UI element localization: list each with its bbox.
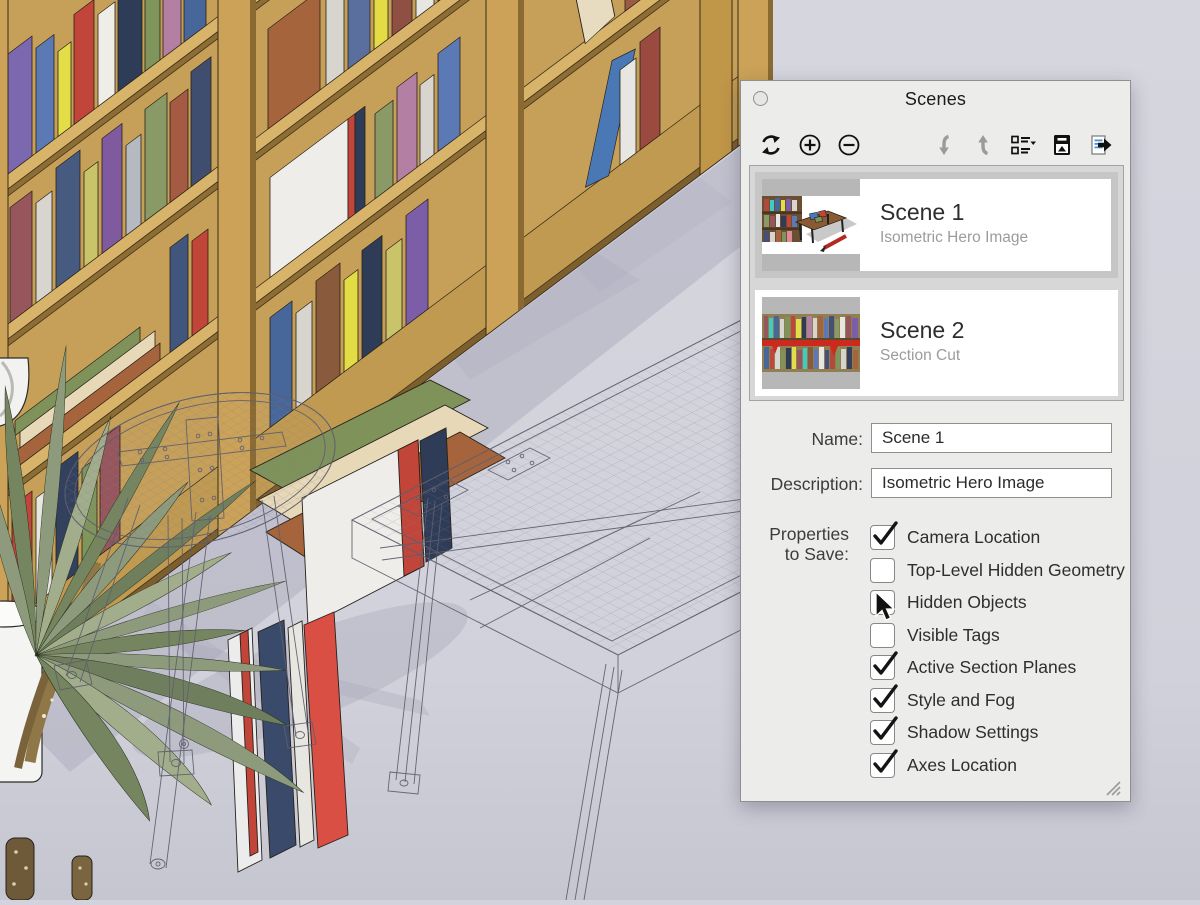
description-input[interactable] (871, 468, 1112, 498)
checkbox-row-axes-location: Axes Location (870, 753, 1017, 778)
plus-circle-icon (798, 133, 822, 157)
active-section-planes-checkbox[interactable] (870, 655, 895, 680)
name-label: Name: (755, 429, 863, 450)
panel-title: Scenes (741, 89, 1130, 110)
scene-title: Scene 1 (880, 199, 1111, 225)
toggle-details-button[interactable] (1049, 132, 1075, 158)
arrow-down-icon (933, 133, 957, 157)
checkbox-row-visible-tags: Visible Tags (870, 623, 1000, 648)
scene-list-item-1[interactable]: Scene 1 Isometric Hero Image (755, 172, 1118, 278)
check-icon (870, 650, 900, 678)
mouse-cursor (874, 591, 898, 623)
scene-1-thumbnail (762, 179, 860, 271)
check-icon (870, 715, 900, 743)
top-level-hidden-geometry-checkbox[interactable] (870, 558, 895, 583)
axes-location-checkbox[interactable] (870, 753, 895, 778)
check-icon (870, 683, 900, 711)
properties-to-save-label: Properties to Save: (741, 525, 849, 564)
check-icon (870, 748, 900, 776)
show-details-button[interactable] (1088, 132, 1114, 158)
scenes-panel: Scenes (740, 80, 1131, 802)
scene-title: Scene 2 (880, 317, 1111, 343)
checkbox-row-top-level-hidden-geometry: Top-Level Hidden Geometry (870, 558, 1125, 583)
description-label: Description: (755, 474, 863, 495)
checkbox-row-active-section-planes: Active Section Planes (870, 655, 1076, 680)
camera-location-checkbox[interactable] (870, 525, 895, 550)
scene-list: Scene 1 Isometric Hero Image (749, 165, 1124, 401)
checkbox-row-style-and-fog: Style and Fog (870, 688, 1015, 713)
add-scene-button[interactable] (797, 132, 823, 158)
update-scenes-button[interactable] (758, 132, 784, 158)
remove-scene-button[interactable] (836, 132, 862, 158)
scene-subtitle: Isometric Hero Image (880, 229, 1111, 247)
checkbox-row-shadow-settings: Shadow Settings (870, 720, 1038, 745)
details-toggle-icon (1050, 133, 1074, 157)
refresh-icon (759, 133, 783, 157)
checkbox-row-camera-location: Camera Location (870, 525, 1040, 550)
scene-2-thumbnail (762, 297, 860, 389)
visible-tags-checkbox[interactable] (870, 623, 895, 648)
panel-header: Scenes (741, 81, 1130, 113)
arrow-up-icon (972, 133, 996, 157)
move-scene-down-button[interactable] (932, 132, 958, 158)
check-icon (870, 520, 900, 548)
move-scene-up-button[interactable] (971, 132, 997, 158)
view-options-button[interactable] (1010, 132, 1036, 158)
minus-circle-icon (837, 133, 861, 157)
scene-list-item-2[interactable]: Scene 2 Section Cut (755, 290, 1118, 396)
shadow-settings-checkbox[interactable] (870, 720, 895, 745)
scene-subtitle: Section Cut (880, 347, 1111, 365)
scenes-toolbar (751, 129, 1120, 161)
style-and-fog-checkbox[interactable] (870, 688, 895, 713)
document-arrow-icon (1089, 133, 1113, 157)
list-view-icon (1010, 133, 1036, 157)
resize-grip[interactable] (1103, 779, 1125, 797)
name-input[interactable] (871, 423, 1112, 453)
